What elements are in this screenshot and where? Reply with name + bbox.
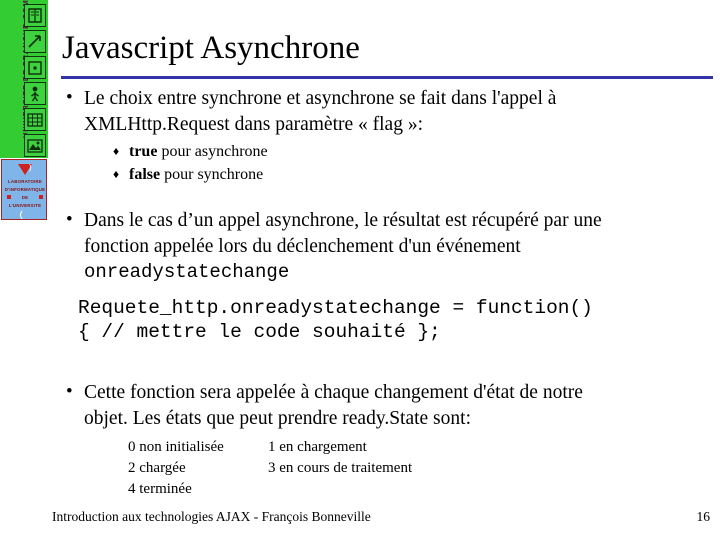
slide: UNIVERSITE DE FRANCHE-COMTE — [0, 0, 720, 540]
ready-state-0: 0 non initialisée — [128, 439, 224, 455]
person-icon[interactable] — [24, 82, 46, 105]
bullet2-mono-word: onreadystatechange — [84, 261, 290, 283]
slide-body: Le choix entre synchrone et asynchrone s… — [62, 85, 714, 286]
sub-bullet-2-keyword: false — [129, 166, 161, 183]
ready-state-3: 3 en cours de traitement — [268, 460, 413, 476]
list-item: Cette fonction sera appelée à chaque cha… — [62, 379, 714, 431]
bullet-list-2: Dans le cas d’un appel asynchrone, le ré… — [62, 207, 714, 286]
book-icon[interactable] — [24, 4, 46, 27]
photo-icon[interactable] — [24, 134, 46, 157]
list-item: Le choix entre synchrone et asynchrone s… — [62, 85, 714, 186]
bullet-list-3: Cette fonction sera appelée à chaque cha… — [62, 379, 714, 431]
ready-state-1: 1 en chargement — [268, 439, 367, 455]
building-icon[interactable] — [24, 108, 46, 131]
bullet2-line2: fonction appelée lors du déclenchement d… — [84, 235, 521, 257]
table-row: 0 non initialisée 1 en chargement — [128, 437, 488, 458]
list-item: false pour synchrone — [113, 163, 714, 186]
bullet3-line2: objet. Les états que peut prendre ready.… — [84, 407, 471, 429]
page-number: 16 — [696, 509, 711, 524]
arrow-diagonal-icon[interactable] — [24, 30, 46, 53]
laboratory-logo: ) LABORATOIRE D'INFORMATIQUE DE L'UNIVER… — [1, 159, 47, 220]
bullet1-line1: Le choix entre synchrone et asynchrone s… — [84, 88, 557, 109]
lab-logo-line-4: L'UNIVERSITE — [8, 203, 42, 208]
footer-text: Introduction aux technologies AJAX - Fra… — [52, 509, 371, 524]
swoosh-icon: ) — [29, 163, 32, 172]
square-dot-icon[interactable] — [24, 56, 46, 79]
ready-state-empty — [268, 479, 488, 500]
list-item: Dans le cas d’un appel asynchrone, le ré… — [62, 207, 714, 286]
sub-bullet-list: true pour asynchrone false pour synchron… — [84, 140, 714, 186]
sub-bullet-1-keyword: true — [129, 143, 158, 160]
table-row: 2 chargée 3 en cours de traitement — [128, 458, 488, 479]
title-underline-rule — [61, 76, 713, 79]
table-row: 4 terminée — [128, 479, 488, 500]
ready-state-table: 0 non initialisée 1 en chargement 2 char… — [128, 437, 488, 500]
square-marker-right-icon — [39, 195, 43, 199]
slide-body-2: Cette fonction sera appelée à chaque cha… — [62, 379, 714, 431]
code-line-2: { // mettre le code souhaité }; — [78, 321, 441, 343]
sub-bullet-1-text: pour asynchrone — [157, 143, 268, 160]
bullet1-line2: XMLHttp.Request dans paramètre « flag »: — [84, 113, 423, 135]
list-item: true pour asynchrone — [113, 140, 714, 163]
bullet2-line1: Dans le cas d’un appel asynchrone, le ré… — [84, 210, 602, 231]
sub-bullet-2-text: pour synchrone — [160, 166, 264, 183]
bullet-list: Le choix entre synchrone et asynchrone s… — [62, 85, 714, 186]
code-line-1: Requete_http.onreadystatechange = functi… — [78, 297, 593, 319]
ready-state-4: 4 terminée — [128, 481, 192, 497]
university-sidebar: UNIVERSITE DE FRANCHE-COMTE — [0, 0, 48, 222]
code-block: Requete_http.onreadystatechange = functi… — [78, 296, 718, 344]
arc-icon — [20, 209, 32, 219]
page-title: Javascript Asynchrone — [62, 30, 360, 66]
bullet3-line1: Cette fonction sera appelée à chaque cha… — [84, 382, 583, 403]
sidebar-icon-column — [24, 4, 46, 157]
lab-logo-line-2: D'INFORMATIQUE — [4, 187, 46, 192]
square-marker-left-icon — [7, 195, 11, 199]
lab-logo-line-1: LABORATOIRE — [8, 179, 42, 184]
ready-state-2: 2 chargée — [128, 460, 186, 476]
